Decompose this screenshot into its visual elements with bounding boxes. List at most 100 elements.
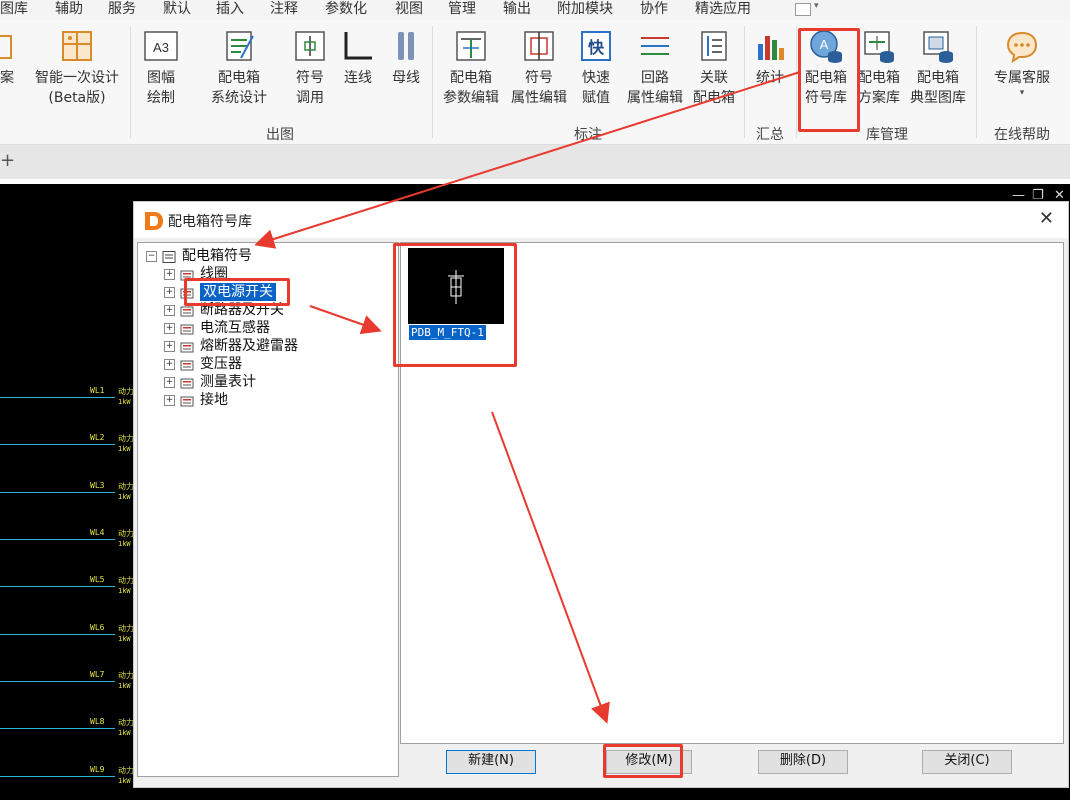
stats-button[interactable]: 统计	[750, 28, 790, 88]
symbol-category-tree[interactable]: − 配电箱符号 + 线圈 + 双电源开关 + 断路器及开关 + 电流互感器 + …	[137, 242, 399, 777]
param-edit-label: 配电箱	[450, 70, 492, 86]
menu-item-output[interactable]: 输出	[503, 0, 531, 20]
param-edit-icon	[453, 28, 489, 64]
ribbon-separator	[796, 26, 797, 138]
wl-text: 动力	[118, 529, 134, 538]
scheme-lib-label-2: 方案库	[858, 90, 900, 106]
wl-line	[0, 397, 115, 398]
wl-sub: 1kW	[118, 398, 131, 406]
wl-sub: 1kW	[118, 587, 131, 595]
wl-line	[0, 728, 115, 729]
quick-assign-label-2: 赋值	[582, 90, 610, 106]
menu-item-default[interactable]: 默认	[163, 0, 191, 20]
wl-sub: 1kW	[118, 777, 131, 785]
link-box-label: 关联	[700, 70, 728, 86]
delete-button[interactable]: 删除(D)	[758, 750, 848, 774]
symbol-library-icon: A	[808, 28, 844, 64]
dialog-title-bar[interactable]: 配电箱符号库 ✕	[134, 202, 1068, 238]
ribbon-separator	[976, 26, 977, 138]
symbol-library-dialog: 配电箱符号库 ✕ − 配电箱符号 + 线圈 + 双电源开关 + 断路器及开关 +…	[133, 201, 1069, 788]
symbol-thumbnail[interactable]	[408, 248, 504, 324]
expand-icon[interactable]: +	[164, 377, 175, 388]
circuit-attr-edit-button[interactable]: 回路 属性编辑	[622, 28, 688, 108]
folder-icon	[180, 340, 194, 353]
connect-button[interactable]: 连线	[338, 28, 378, 88]
symbol-preview-panel: PDB_M_FTQ-1	[400, 242, 1064, 744]
menu-item-collab[interactable]: 协作	[640, 0, 668, 20]
svg-text:A: A	[820, 37, 829, 52]
menu-item-parametric[interactable]: 参数化	[325, 0, 367, 20]
dist-box-system-label-2: 系统设计	[211, 90, 267, 106]
wl-line	[0, 776, 115, 777]
symbol-lib-button[interactable]: A 配电箱 符号库	[800, 28, 852, 108]
support-button[interactable]: 专属客服 ▾	[984, 28, 1060, 98]
wl-text: 动力	[118, 434, 134, 443]
busbar-button[interactable]: 母线	[386, 28, 426, 88]
expand-icon[interactable]: +	[164, 269, 175, 280]
symbol-lib-label: 配电箱	[805, 70, 847, 86]
bar-chart-icon	[752, 28, 788, 64]
menu-item-view[interactable]: 视图	[395, 0, 423, 20]
wl-label: WL3	[90, 481, 105, 490]
wl-label: WL5	[90, 575, 105, 584]
document-tab-strip	[0, 145, 1070, 179]
new-button[interactable]: 新建(N)	[446, 750, 536, 774]
expand-icon[interactable]: +	[164, 305, 175, 316]
expand-icon[interactable]: +	[164, 341, 175, 352]
connect-label: 连线	[344, 70, 372, 86]
dist-box-system-button[interactable]: 配电箱 系统设计	[206, 28, 272, 108]
wl-line	[0, 492, 115, 493]
attr-edit-label-2: 属性编辑	[511, 90, 567, 106]
quick-assign-button[interactable]: 快 快速 赋值	[576, 28, 616, 108]
dist-box-system-label: 配电箱	[218, 70, 260, 86]
symbol-call-button[interactable]: 符号 调用	[288, 28, 332, 108]
tree-item-label: 熔断器及避雷器	[200, 338, 298, 354]
group-lib-manage-label: 库管理	[866, 127, 908, 143]
expand-icon[interactable]: +	[164, 287, 175, 298]
attr-edit-button[interactable]: 符号 属性编辑	[506, 28, 572, 108]
expand-icon[interactable]: +	[164, 323, 175, 334]
ribbon-minimize-icon[interactable]	[795, 3, 811, 16]
connect-icon	[340, 28, 376, 64]
dialog-title: 配电箱符号库	[168, 214, 252, 230]
close-button[interactable]: 关闭(C)	[922, 750, 1012, 774]
symbol-name-label[interactable]: PDB_M_FTQ-1	[409, 325, 486, 340]
wiring-lines: WL1 动力 1kW WL2 动力 1kW WL3 动力 1kW WL4 动力 …	[0, 0, 135, 800]
ribbon-separator	[744, 26, 745, 138]
wl-label: WL6	[90, 623, 105, 632]
wl-sub: 1kW	[118, 635, 131, 643]
frame-draw-label-2: 绘制	[147, 90, 175, 106]
param-edit-button[interactable]: 配电箱 参数编辑	[440, 28, 502, 108]
menu-item-annotation[interactable]: 注释	[270, 0, 298, 20]
busbar-label: 母线	[392, 70, 420, 86]
folder-icon	[180, 376, 194, 389]
scheme-lib-button[interactable]: 配电箱 方案库	[854, 28, 904, 108]
typical-library-icon	[920, 28, 956, 64]
menu-item-addons[interactable]: 附加模块	[557, 0, 613, 20]
wl-label: WL4	[90, 528, 105, 537]
folder-icon	[180, 394, 194, 407]
typical-lib-button[interactable]: 配电箱 典型图库	[906, 28, 970, 108]
stats-label: 统计	[756, 70, 784, 86]
param-edit-label-2: 参数编辑	[443, 90, 499, 106]
link-box-button[interactable]: 关联 配电箱	[690, 28, 738, 108]
menu-item-insert[interactable]: 插入	[216, 0, 244, 20]
chevron-down-icon[interactable]: ▾	[814, 1, 819, 11]
wl-text: 动力	[118, 671, 134, 680]
menu-bar: 图库 辅助 服务 默认 插入 注释 参数化 视图 管理 输出 附加模块 协作 精…	[0, 0, 1070, 20]
menu-item-featured-apps[interactable]: 精选应用	[695, 0, 751, 20]
wl-line	[0, 586, 115, 587]
wl-label: WL1	[90, 386, 105, 395]
wl-line	[0, 539, 115, 540]
quick-assign-icon: 快	[578, 28, 614, 64]
modify-button[interactable]: 修改(M)	[606, 750, 692, 774]
wl-label: WL8	[90, 717, 105, 726]
frame-draw-button[interactable]: A3 图幅 绘制	[138, 28, 184, 108]
collapse-icon[interactable]: −	[146, 251, 157, 262]
dialog-close-icon[interactable]: ✕	[1039, 208, 1054, 229]
expand-icon[interactable]: +	[164, 359, 175, 370]
tree-item-label: 测量表计	[200, 374, 256, 390]
menu-item-manage[interactable]: 管理	[448, 0, 476, 20]
expand-icon[interactable]: +	[164, 395, 175, 406]
wl-sub: 1kW	[118, 445, 131, 453]
